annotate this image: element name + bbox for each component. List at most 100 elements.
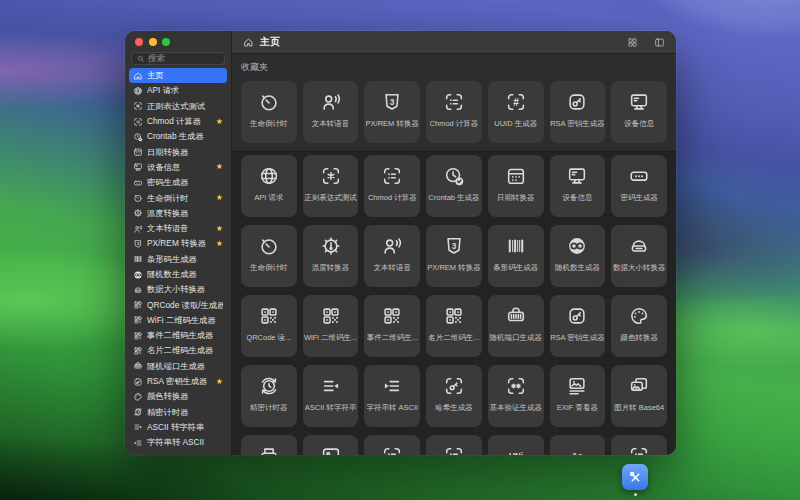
tool-tile[interactable]: WiFi 二维码生... <box>303 295 359 357</box>
tool-tile[interactable]: 条形码生成器 <box>488 225 544 287</box>
chmod-icon <box>381 165 403 187</box>
sidebar-item[interactable]: API 请求 <box>129 83 227 98</box>
tool-tile-label: 文本转语音 <box>374 264 412 272</box>
tool-tile-label: 日期转换器 <box>497 194 535 202</box>
tool-tile[interactable]: 生命倒计时 <box>241 81 297 143</box>
qr-icon <box>381 305 403 327</box>
tool-tile[interactable] <box>241 435 297 455</box>
sidebar-item[interactable]: WiFi 二维码生成器 <box>129 313 227 328</box>
tool-tile[interactable]: 文本转语音 <box>303 81 359 143</box>
tool-tile[interactable]: 随机数生成器 <box>550 225 606 287</box>
tool-tile-label: QRCode 读... <box>246 334 291 342</box>
sidebar-item[interactable]: 日期转换器 <box>129 144 227 159</box>
tool-tile[interactable]: 密码生成器 <box>611 155 667 217</box>
tool-tile-label: UUID 生成器 <box>494 120 537 128</box>
sidebar-item[interactable]: 事件二维码生成器 <box>129 328 227 343</box>
sidebar-item[interactable]: 温度转换器 <box>129 206 227 221</box>
stopwatch-icon <box>258 91 280 113</box>
tool-tile[interactable]: 3PX/REM 转换器 <box>364 81 420 143</box>
tool-tile[interactable]: EXIF 查看器 <box>550 365 606 427</box>
tool-tile[interactable] <box>364 435 420 455</box>
tool-tile-label: 正则表达式测试 <box>304 194 357 202</box>
tool-tile[interactable]: API 请求 <box>241 155 297 217</box>
tool-tile[interactable]: 精密计时器 <box>241 365 297 427</box>
tool-tile[interactable]: 3PX/REM 转换器 <box>426 225 482 287</box>
tool-tile[interactable]: 设备信息 <box>550 155 606 217</box>
sidebar-item[interactable]: Chmod 计算器★ <box>129 114 227 129</box>
tool-tile[interactable]: 颜色转换器 <box>611 295 667 357</box>
tool-tile[interactable]: Crontab 生成器 <box>426 155 482 217</box>
tool-tile[interactable]: 事件二维码生... <box>364 295 420 357</box>
sidebar-item-label: RSA 密钥生成器 <box>147 376 207 387</box>
sidebar-item[interactable]: ASCII 转字符串 <box>129 420 227 435</box>
sidebar-item[interactable]: 随机数生成器 <box>129 267 227 282</box>
sidebar-item[interactable]: 颜色转换器 <box>129 389 227 404</box>
grid-view-icon[interactable] <box>627 37 638 48</box>
textaa-icon: Aa <box>566 445 588 455</box>
page-title: 主页 <box>260 35 280 49</box>
tool-tile[interactable]: UNi <box>488 435 544 455</box>
sidebar-item[interactable]: QRCode 读取/生成器 <box>129 297 227 312</box>
sidebar-item[interactable]: 3PX/REM 转换器★ <box>129 236 227 251</box>
tool-tile[interactable]: 随机端口生成器 <box>488 295 544 357</box>
home-icon <box>243 37 254 48</box>
tool-tile-label: PX/REM 转换器 <box>366 120 419 128</box>
sidebar-item[interactable]: 数据大小转换器 <box>129 282 227 297</box>
qr-icon <box>443 305 465 327</box>
tool-tile[interactable]: 哈希生成器 <box>426 365 482 427</box>
sidebar-item[interactable]: 文本转语音★ <box>129 221 227 236</box>
monitor-icon <box>628 91 650 113</box>
tool-tile[interactable]: 温度转换器 <box>303 225 359 287</box>
sidebar-item[interactable]: 设备信息★ <box>129 160 227 175</box>
tool-tile[interactable]: Chmod 计算器 <box>364 155 420 217</box>
tool-tile[interactable]: QRCode 读... <box>241 295 297 357</box>
sidebar-item[interactable]: 生命倒计时★ <box>129 190 227 205</box>
close-button[interactable] <box>135 38 143 46</box>
search-input[interactable]: 搜索 <box>131 52 225 65</box>
rsa-icon <box>566 91 588 113</box>
tool-tile-label: 温度转换器 <box>312 264 350 272</box>
sidebar-item[interactable]: 条形码生成器 <box>129 252 227 267</box>
tool-tile[interactable]: 设备信息 <box>611 81 667 143</box>
tool-tile-label: 设备信息 <box>624 120 654 128</box>
tool-tile[interactable] <box>611 435 667 455</box>
tool-tile[interactable]: Chmod 计算器 <box>426 81 482 143</box>
search-icon <box>137 55 145 63</box>
sidebar-item[interactable]: 字符串转 ASCII <box>129 435 227 450</box>
dock-app-icon[interactable] <box>622 464 648 490</box>
tool-tile[interactable]: ASCII 转字符串 <box>303 365 359 427</box>
tool-tile[interactable]: 日期转换器 <box>488 155 544 217</box>
sidebar-item[interactable]: 正则表达式测试 <box>129 99 227 114</box>
sidebar-item[interactable]: 名片二维码生成器 <box>129 343 227 358</box>
tool-tile[interactable]: #UUID 生成器 <box>488 81 544 143</box>
sidebar-item[interactable]: 随机端口生成器 <box>129 359 227 374</box>
sidebar-item[interactable]: Crontab 生成器 <box>129 129 227 144</box>
tool-tile[interactable]: Aa <box>550 435 606 455</box>
hash-icon <box>443 375 465 397</box>
minimize-button[interactable] <box>149 38 157 46</box>
tool-tile[interactable]: 图片转 Base64 <box>611 365 667 427</box>
tool-tile[interactable]: 基本验证生成器 <box>488 365 544 427</box>
tool-tile[interactable]: 正则表达式测试 <box>303 155 359 217</box>
tool-tile[interactable]: 字符串转 ASCII <box>364 365 420 427</box>
zoom-button[interactable] <box>162 38 170 46</box>
tool-tile[interactable] <box>303 435 359 455</box>
sidebar-item-label: 日期转换器 <box>147 147 188 158</box>
sidebar-item[interactable]: 密码生成器 <box>129 175 227 190</box>
tool-tile[interactable]: 数据大小转换器 <box>611 225 667 287</box>
qr-icon <box>133 300 143 310</box>
tool-tile[interactable]: RSA 密钥生成器 <box>550 81 606 143</box>
dock-running-indicator <box>634 493 637 496</box>
tool-tile[interactable]: 名片二维码生... <box>426 295 482 357</box>
toggle-sidebar-icon[interactable] <box>654 37 665 48</box>
sidebar-item[interactable]: RSA 密钥生成器★ <box>129 374 227 389</box>
tool-tile[interactable]: 生命倒计时 <box>241 225 297 287</box>
sidebar-item[interactable]: 精密计时器 <box>129 405 227 420</box>
tool-tile[interactable] <box>426 435 482 455</box>
sidebar-item[interactable]: 主页 <box>129 68 227 83</box>
sidebar-item-label: 数据大小转换器 <box>147 284 205 295</box>
tool-tile[interactable]: 文本转语音 <box>364 225 420 287</box>
ascii2str-icon <box>320 375 342 397</box>
tool-tile[interactable]: RSA 密钥生成器 <box>550 295 606 357</box>
monitor-icon <box>133 162 143 172</box>
